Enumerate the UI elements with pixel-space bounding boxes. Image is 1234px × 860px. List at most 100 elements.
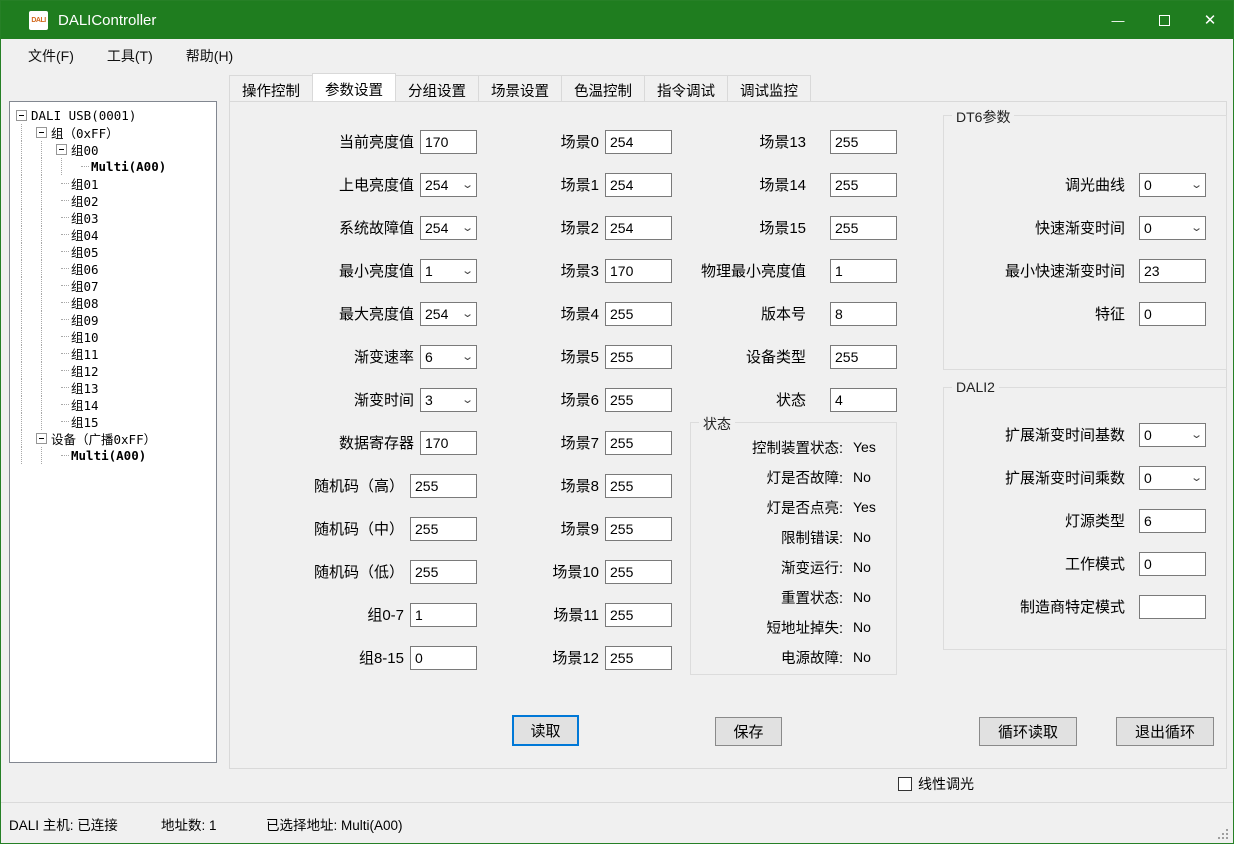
tab-scene-settings[interactable]: 场景设置 (478, 75, 562, 101)
save-button[interactable]: 保存 (715, 717, 782, 746)
scene13-input[interactable]: 255 (830, 130, 897, 154)
scene9-input[interactable]: 255 (605, 517, 672, 541)
random-mid-input[interactable]: 255 (410, 517, 477, 541)
tree-collapse-icon[interactable] (16, 110, 27, 121)
fade-time-dropdown[interactable]: 3⌄ (420, 388, 477, 412)
scene7-input[interactable]: 255 (605, 431, 672, 455)
tree-collapse-icon[interactable] (36, 433, 47, 444)
physical-min-level-input[interactable]: 1 (830, 259, 897, 283)
chevron-down-icon: ⌄ (461, 350, 474, 363)
tab-color-temp-control[interactable]: 色温控制 (561, 75, 645, 101)
tree-item[interactable]: 组00 (16, 141, 214, 158)
minimize-button[interactable]: — (1095, 1, 1141, 39)
tree-item[interactable]: DALI USB(0001) (16, 107, 214, 124)
data-register-input[interactable]: 170 (420, 431, 477, 455)
min-level-dropdown[interactable]: 1⌄ (420, 259, 477, 283)
dropdown-value: 0 (1144, 427, 1152, 443)
group-8-15-input[interactable]: 0 (410, 646, 477, 670)
tree-item[interactable]: 组08 (16, 294, 214, 311)
tree-item[interactable]: 组（0xFF） (16, 124, 214, 141)
tree-item[interactable]: 组03 (16, 209, 214, 226)
field-label: 快速渐变时间 (1035, 217, 1125, 238)
tree-item[interactable]: 组04 (16, 226, 214, 243)
ext-fade-base-dropdown[interactable]: 0⌄ (1139, 423, 1206, 447)
power-on-level-dropdown[interactable]: 254⌄ (420, 173, 477, 197)
status-value: No (853, 559, 871, 575)
loop-read-button[interactable]: 循环读取 (979, 717, 1077, 746)
exit-loop-button[interactable]: 退出循环 (1116, 717, 1214, 746)
read-button[interactable]: 读取 (512, 715, 579, 746)
version-input[interactable]: 8 (830, 302, 897, 326)
max-level-dropdown[interactable]: 254⌄ (420, 302, 477, 326)
field-label: 场景6 (561, 389, 599, 410)
status-groupbox: 状态 控制装置状态:Yes 灯是否故障:No 灯是否点亮:Yes 限制错误:No… (690, 422, 897, 675)
menu-file[interactable]: 文件(F) (26, 43, 76, 69)
light-source-type-input[interactable]: 6 (1139, 509, 1206, 533)
scene15-input[interactable]: 255 (830, 216, 897, 240)
field-label: 场景12 (552, 647, 599, 668)
tree-item[interactable]: 设备（广播0xFF） (16, 430, 214, 447)
tree-item[interactable]: 组09 (16, 311, 214, 328)
dali2-groupbox: DALI2 扩展渐变时间基数0⌄ 扩展渐变时间乘数0⌄ 灯源类型6 工作模式0 … (943, 387, 1227, 650)
scene10-input[interactable]: 255 (605, 560, 672, 584)
tree-item[interactable]: 组07 (16, 277, 214, 294)
close-button[interactable]: ✕ (1187, 1, 1233, 39)
tab-debug-monitor[interactable]: 调试监控 (727, 75, 811, 101)
status-label: 重置状态: (691, 587, 843, 608)
device-type-input[interactable]: 255 (830, 345, 897, 369)
operating-mode-input[interactable]: 0 (1139, 552, 1206, 576)
tree-item[interactable]: 组15 (16, 413, 214, 430)
scene14-input[interactable]: 255 (830, 173, 897, 197)
linear-dimming-checkbox[interactable] (898, 777, 912, 791)
fast-fade-time-dropdown[interactable]: 0⌄ (1139, 216, 1206, 240)
ext-fade-multiplier-dropdown[interactable]: 0⌄ (1139, 466, 1206, 490)
dimming-curve-dropdown[interactable]: 0⌄ (1139, 173, 1206, 197)
min-fast-fade-time-input[interactable]: 23 (1139, 259, 1206, 283)
group-0-7-input[interactable]: 1 (410, 603, 477, 627)
menu-help[interactable]: 帮助(H) (184, 43, 235, 69)
current-level-input[interactable]: 170 (420, 130, 477, 154)
groupbox-title: DT6参数 (952, 107, 1014, 127)
dropdown-value: 254 (425, 177, 448, 193)
linear-dimming-label: 线性调光 (918, 774, 974, 794)
tree-item[interactable]: 组05 (16, 243, 214, 260)
tab-group-settings[interactable]: 分组设置 (395, 75, 479, 101)
tree-item[interactable]: 组13 (16, 379, 214, 396)
tree-item[interactable]: 组06 (16, 260, 214, 277)
fade-rate-dropdown[interactable]: 6⌄ (420, 345, 477, 369)
status-value-input[interactable]: 4 (830, 388, 897, 412)
scene12-input[interactable]: 255 (605, 646, 672, 670)
system-failure-level-dropdown[interactable]: 254⌄ (420, 216, 477, 240)
maximize-button[interactable] (1141, 1, 1187, 39)
features-input[interactable]: 0 (1139, 302, 1206, 326)
tree-item[interactable]: 组01 (16, 175, 214, 192)
field-label: 场景1 (561, 174, 599, 195)
tree-item[interactable]: 组12 (16, 362, 214, 379)
tree-item[interactable]: Multi(A00) (16, 158, 214, 175)
tree-item[interactable]: Multi(A00) (16, 447, 214, 464)
chevron-down-icon: ⌄ (1190, 178, 1203, 191)
field-label: 随机码（中） (314, 518, 404, 539)
resize-grip[interactable] (1226, 837, 1228, 839)
menu-tools[interactable]: 工具(T) (105, 43, 155, 69)
tab-operation-control[interactable]: 操作控制 (229, 75, 313, 101)
tree-item[interactable]: 组14 (16, 396, 214, 413)
tree-item-label: Multi(A00) (71, 448, 146, 463)
tree-collapse-icon[interactable] (56, 144, 67, 155)
tree-item[interactable]: 组11 (16, 345, 214, 362)
tree-collapse-icon[interactable] (36, 127, 47, 138)
dropdown-value: 0 (1144, 470, 1152, 486)
scene8-input[interactable]: 255 (605, 474, 672, 498)
device-tree: DALI USB(0001) 组（0xFF） 组00 Multi(A00) 组0… (9, 101, 217, 763)
caption-buttons: — ✕ (1095, 1, 1233, 39)
window-title: DALIController (58, 12, 156, 29)
field-label: 版本号 (761, 303, 806, 324)
scene11-input[interactable]: 255 (605, 603, 672, 627)
tree-item[interactable]: 组10 (16, 328, 214, 345)
tree-item[interactable]: 组02 (16, 192, 214, 209)
random-high-input[interactable]: 255 (410, 474, 477, 498)
tab-command-debug[interactable]: 指令调试 (644, 75, 728, 101)
tab-parameter-settings[interactable]: 参数设置 (312, 73, 396, 101)
manufacturer-mode-input[interactable] (1139, 595, 1206, 619)
random-low-input[interactable]: 255 (410, 560, 477, 584)
